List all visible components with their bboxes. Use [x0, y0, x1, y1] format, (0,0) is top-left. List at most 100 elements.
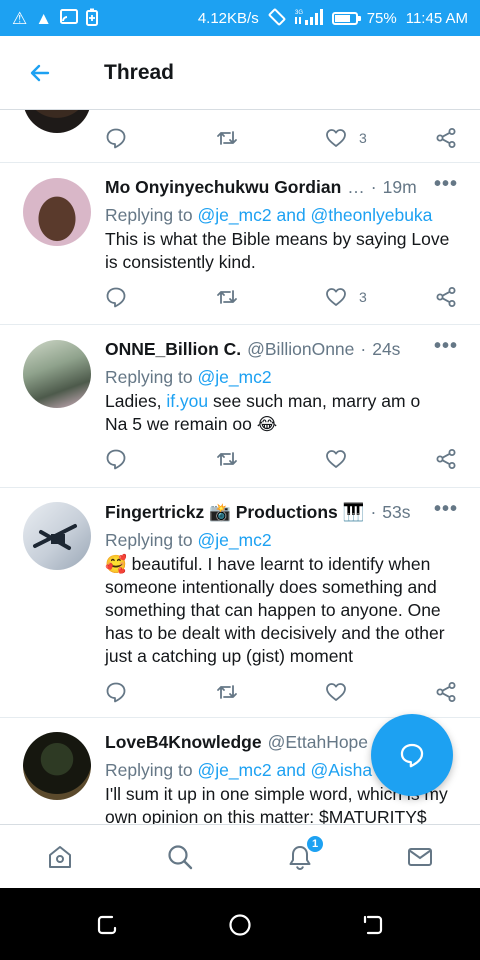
timestamp[interactable]: 24s [372, 339, 400, 360]
reply-button[interactable] [105, 126, 127, 150]
author-handle[interactable]: @BillionOnne [247, 339, 354, 360]
reply-button[interactable] [105, 285, 127, 309]
author-name[interactable]: Mo Onyinyechukwu Gordian [105, 177, 341, 198]
drone-image [33, 524, 77, 550]
alert-outline-icon: ⚠ [12, 8, 28, 28]
like-button[interactable]: 3 [325, 285, 367, 309]
recents-icon [97, 915, 117, 935]
tab-search[interactable] [160, 839, 200, 875]
clock: 11:45 AM [405, 9, 468, 27]
share-icon [436, 287, 456, 307]
reply-compose-icon [400, 743, 424, 768]
tweet-body: ONNE_Billion C. @BillionOnne · 24s ••• R… [105, 336, 458, 436]
share-icon [436, 449, 456, 469]
replying-to-users[interactable]: @je_mc2 and @theonlyebuka [197, 205, 432, 225]
like-button[interactable] [325, 447, 347, 471]
reply-button[interactable] [105, 680, 127, 704]
comment-icon [106, 682, 126, 703]
timestamp[interactable]: 19m [383, 177, 417, 198]
author-handle[interactable]: @EttahHope [268, 732, 368, 753]
thread-header: Thread [0, 36, 480, 110]
retweet-button[interactable] [215, 680, 239, 704]
battery-icon [331, 11, 361, 25]
author-name[interactable]: Fingertrickz 📸 Productions 🎹 [105, 502, 364, 523]
tweet-text: This is what the Bible means by saying L… [105, 229, 450, 272]
tweet-link[interactable]: if.you [166, 391, 208, 411]
comment-icon [106, 449, 126, 470]
back-button[interactable] [0, 36, 80, 110]
network-type-label: 3G [295, 10, 303, 16]
heart-icon [326, 288, 346, 306]
like-button[interactable]: 3 [325, 126, 367, 150]
replying-prefix: Replying to [105, 205, 193, 225]
replying-to-users[interactable]: @je_mc2 [197, 530, 271, 550]
handle-ellipsis: … [347, 177, 365, 197]
arrow-left-icon [30, 64, 50, 81]
tweet[interactable]: ONNE_Billion C. @BillionOnne · 24s ••• R… [0, 325, 480, 488]
tweet[interactable]: 3 [0, 110, 480, 163]
compose-reply-button[interactable] [371, 714, 453, 796]
share-button[interactable] [435, 680, 457, 704]
tweet[interactable]: Mo Onyinyechukwu Gordian … · 19m ••• Rep… [0, 163, 480, 325]
tweet-actions: 3 [105, 126, 457, 150]
status-right: 4.12KB/s 3G 75% 11:45 AM [198, 8, 468, 29]
retweet-button[interactable] [215, 126, 239, 150]
more-options-button[interactable]: ••• [434, 336, 458, 356]
system-nav-bar [0, 888, 480, 960]
tab-notifications[interactable]: 1 [280, 835, 324, 875]
tweet-header: ONNE_Billion C. @BillionOnne · 24s [105, 339, 458, 363]
back-nav-button[interactable] [360, 912, 386, 938]
retweet-icon [217, 131, 237, 145]
reply-button[interactable] [105, 447, 127, 471]
tab-messages[interactable] [400, 839, 440, 875]
more-options-button[interactable]: ••• [434, 174, 458, 194]
timestamp[interactable]: 53s [382, 502, 410, 523]
replying-to-users[interactable]: @je_mc2 [197, 367, 271, 387]
avatar[interactable] [23, 732, 91, 800]
status-left: ⚠ ▲ [12, 8, 99, 29]
status-bar: ⚠ ▲ 4.12KB/s 3G 75% 11:45 AM [0, 0, 480, 36]
avatar[interactable] [23, 110, 91, 133]
share-icon [436, 682, 456, 702]
author-name[interactable]: ONNE_Billion C. [105, 339, 241, 360]
more-options-button[interactable]: ••• [434, 499, 458, 519]
retweet-button[interactable] [215, 285, 239, 309]
share-icon [436, 128, 456, 148]
comment-icon [106, 128, 126, 149]
retweet-button[interactable] [215, 447, 239, 471]
tab-home[interactable] [40, 839, 80, 875]
home-button[interactable] [227, 912, 253, 938]
avatar[interactable] [23, 178, 91, 246]
tweet-text-part: Ladies, [105, 391, 162, 411]
vibrate-icon [268, 8, 286, 29]
tweet-text: Ladies, if.you see such man, marry am o N… [105, 390, 458, 436]
replying-prefix: Replying to [105, 530, 193, 550]
screencast-icon [60, 8, 79, 28]
like-count: 3 [359, 130, 367, 146]
replying-to: Replying to @je_mc2 [105, 367, 458, 388]
tweet-actions [105, 680, 457, 704]
tweet-header: Fingertrickz 📸 Productions 🎹 · 53s [105, 502, 458, 526]
avatar[interactable] [23, 340, 91, 408]
comment-icon [106, 287, 126, 308]
messages-icon [408, 848, 432, 866]
replying-prefix: Replying to [105, 760, 193, 780]
replying-to-users[interactable]: @je_mc2 and @Aisha [197, 760, 372, 780]
retweet-icon [217, 685, 237, 699]
tweet-actions [105, 447, 457, 471]
tweet-header: Mo Onyinyechukwu Gordian … · 19m [105, 177, 458, 201]
tweet[interactable]: Fingertrickz 📸 Productions 🎹 · 53s ••• R… [0, 488, 480, 718]
share-button[interactable] [435, 447, 457, 471]
back-nav-icon [363, 915, 383, 935]
replying-prefix: Replying to [105, 367, 193, 387]
share-button[interactable] [435, 285, 457, 309]
like-button[interactable] [325, 680, 347, 704]
battery-percent: 75% [366, 9, 397, 27]
recents-button[interactable] [94, 912, 120, 938]
replying-to: Replying to @je_mc2 and @theonlyebuka [105, 205, 458, 226]
tweet-text: 🥰 beautiful. I have learnt to identify w… [105, 554, 445, 666]
share-button[interactable] [435, 126, 457, 150]
battery-saver-icon [86, 8, 99, 29]
avatar[interactable] [23, 502, 91, 570]
author-name[interactable]: LoveB4Knowledge [105, 732, 262, 753]
